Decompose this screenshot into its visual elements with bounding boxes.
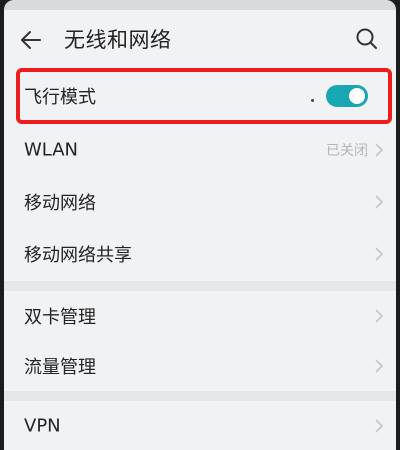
highlight-box (16, 68, 392, 124)
status-bar (4, 0, 396, 10)
search-icon[interactable] (354, 26, 380, 52)
dual-sim-row[interactable]: 双卡管理 (4, 291, 396, 341)
dual-sim-label: 双卡管理 (24, 307, 96, 328)
vpn-label: VPN (24, 415, 61, 437)
section-divider (4, 281, 396, 291)
wlan-label: WLAN (24, 139, 79, 161)
chevron-right-icon (375, 309, 384, 323)
chevron-right-icon (375, 359, 384, 373)
mobile-network-label: 移动网络 (24, 193, 96, 214)
chevron-right-icon (375, 247, 384, 261)
page-title: 无线和网络 (64, 28, 172, 52)
wlan-status: 已关闭 (326, 143, 368, 159)
app-header: 无线和网络 (4, 10, 396, 68)
back-arrow-icon[interactable] (18, 27, 44, 53)
data-usage-label: 流量管理 (24, 357, 96, 378)
data-usage-row[interactable]: 流量管理 (4, 341, 396, 391)
mobile-network-row[interactable]: 移动网络 (4, 177, 396, 227)
chevron-right-icon (375, 195, 384, 209)
section-divider (4, 391, 396, 401)
mobile-hotspot-label: 移动网络共享 (24, 245, 132, 266)
chevron-right-icon (375, 143, 384, 157)
chevron-right-icon (375, 419, 384, 433)
settings-screen: 无线和网络 飞行模式 WLAN 已关闭 移动网络 移动网络共享 双卡管理 流量管… (4, 0, 396, 450)
vpn-row[interactable]: VPN (4, 401, 396, 450)
wlan-row[interactable]: WLAN 已关闭 (4, 125, 396, 175)
mobile-hotspot-row[interactable]: 移动网络共享 (4, 229, 396, 279)
